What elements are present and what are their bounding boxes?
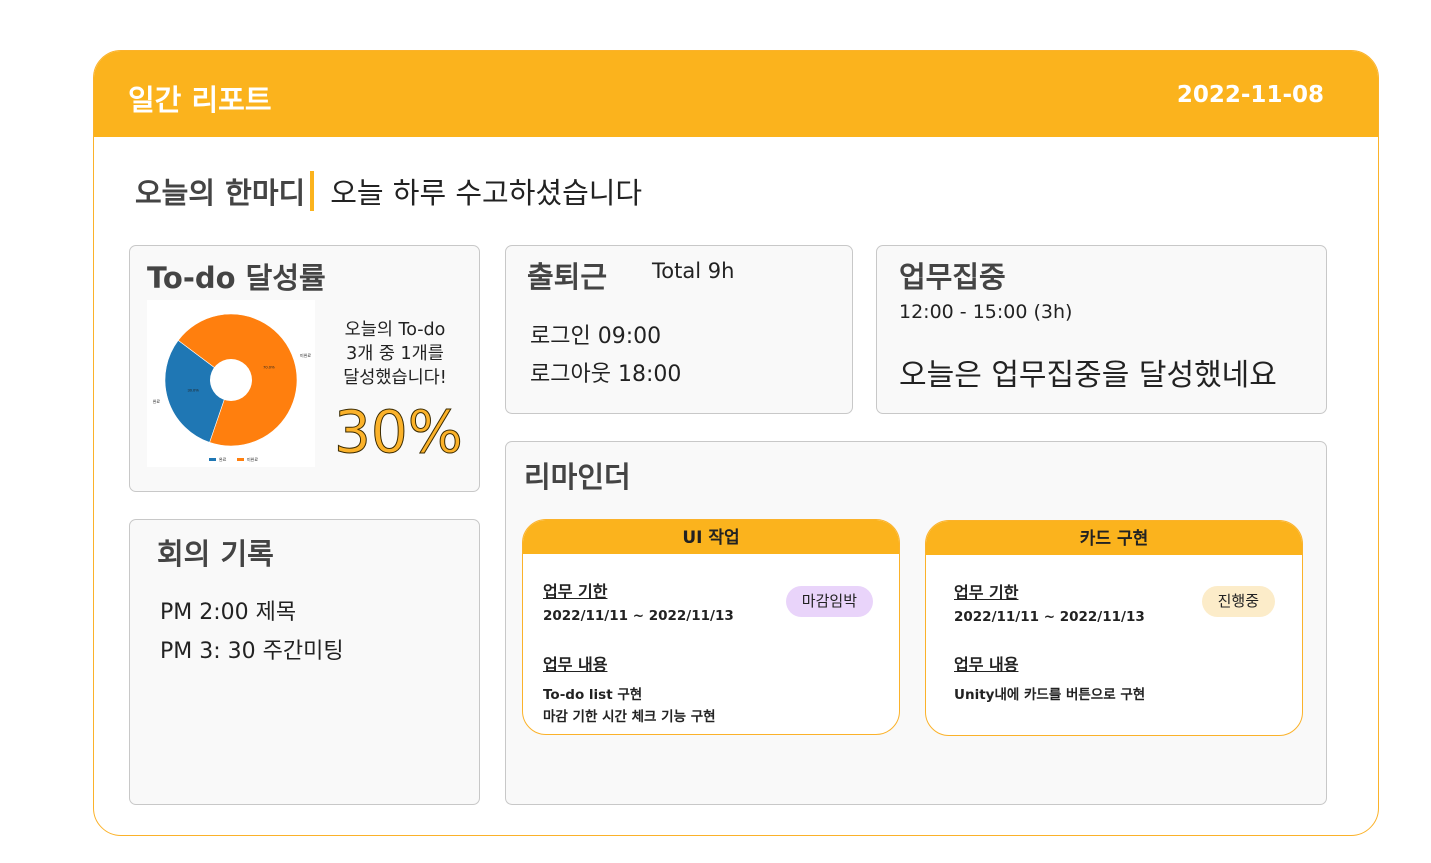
reminder-item-card-impl[interactable]: 카드 구현 업무 기한 2022/11/11 ~ 2022/11/13 진행중 … [925,520,1303,736]
todo-message-line: 달성했습니다! [343,368,447,388]
pie-slice-label: 70.0% [263,364,275,369]
legend-label: 미완료 [247,456,258,462]
deadline-label: 업무 기한 [954,583,1019,602]
todo-percent: 30% [334,398,464,467]
todo-message-line: 3개 중 1개를 [346,344,444,364]
pie-center-hole [210,359,252,401]
content-label: 업무 내용 [543,655,608,674]
status-badge: 진행중 [1201,586,1275,617]
legend-swatch [237,458,244,461]
deadline-value: 2022/11/11 ~ 2022/11/13 [954,609,1145,625]
attendance-total: Total 9h [652,259,735,283]
motto-text: 오늘 하루 수고하셨습니다 [330,176,643,210]
report-title: 일간 리포트 [128,83,272,117]
pie-slice-label: 30.0% [187,388,199,393]
legend-label: 완료 [219,456,227,462]
meeting-title: 회의 기록 [157,537,274,571]
focus-card: 업무집중 12:00 - 15:00 (3h) 오늘은 업무집중을 달성했네요 [876,245,1327,414]
reminder-item-title: UI 작업 [523,520,899,554]
daily-motto: 오늘의 한마디 오늘 하루 수고하셨습니다 [135,170,642,212]
deadline-label: 업무 기한 [543,582,608,601]
pie-category-label: 완료 [153,398,161,404]
attendance-title: 출퇴근 [527,260,608,294]
reminder-card: 리마인더 UI 작업 업무 기한 2022/11/11 ~ 2022/11/13… [505,441,1327,805]
logout-time: 로그아웃 18:00 [530,362,682,387]
attendance-card: 출퇴근 Total 9h 로그인 09:00 로그아웃 18:00 [505,245,853,414]
report-date: 2022-11-08 [1176,82,1324,108]
deadline-value: 2022/11/11 ~ 2022/11/13 [543,608,734,624]
meeting-item: PM 3: 30 주간미팅 [160,639,344,664]
reminder-title: 리마인더 [524,460,631,494]
content-line: To-do list 구현 [543,687,643,703]
motto-divider [310,171,315,211]
todo-card: To-do 달성률 30.0% 완료 70.0% 미완료 완료 미완료 오늘의 To-do… [129,245,480,492]
focus-message: 오늘은 업무집중을 달성했네요 [899,358,1277,393]
report-header: 일간 리포트 2022-11-08 [94,51,1378,137]
focus-title: 업무집중 [899,260,1006,294]
reminder-item-title: 카드 구현 [926,521,1302,555]
todo-message-line: 오늘의 To-do [344,320,446,340]
login-time: 로그인 09:00 [530,324,662,349]
pie-svg: 30.0%완료70.0%미완료완료 미완료 [153,313,311,462]
todo-pie-chart: 30.0% 완료 70.0% 미완료 완료 미완료 [147,300,315,467]
focus-time: 12:00 - 15:00 (3h) [899,301,1073,323]
todo-message: 오늘의 To-do 3개 중 1개를 달성했습니다! [330,318,460,390]
daily-report: 일간 리포트 2022-11-08 오늘의 한마디 오늘 하루 수고하셨습니다 … [93,50,1379,836]
content-line: Unity내에 카드를 버튼으로 구현 [954,687,1146,703]
status-badge: 마감임박 [785,586,873,617]
motto-label: 오늘의 한마디 [135,176,306,210]
meeting-item: PM 2:00 제목 [160,600,297,625]
pie-category-label: 미완료 [300,352,311,358]
todo-title: To-do 달성률 [147,261,326,295]
reminder-item-ui-task[interactable]: UI 작업 업무 기한 2022/11/11 ~ 2022/11/13 마감임박… [522,519,900,735]
content-line: 마감 기한 시간 체크 기능 구현 [543,709,716,725]
legend-swatch [209,458,216,461]
meeting-card: 회의 기록 PM 2:00 제목 PM 3: 30 주간미팅 [129,519,480,805]
content-label: 업무 내용 [954,655,1019,674]
